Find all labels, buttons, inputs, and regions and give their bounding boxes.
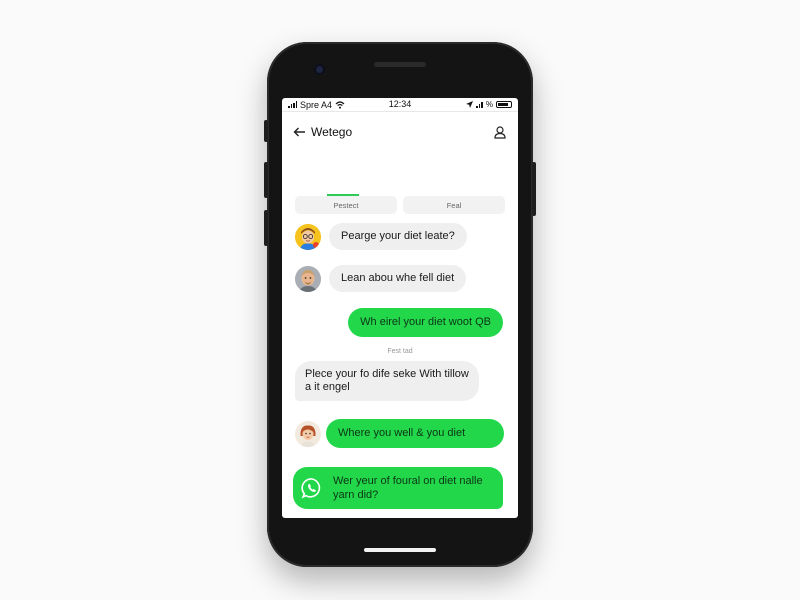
message-row: Wer yeur of foural on diet nalle yarn di…: [293, 467, 503, 509]
front-camera: [314, 64, 325, 75]
status-bar: Spre A4 12:34 %: [282, 98, 518, 112]
tab-bar: Pestect Feal: [295, 196, 505, 214]
avatar-glasses-man-icon: [295, 223, 321, 250]
avatar[interactable]: [295, 420, 321, 447]
person-icon: [494, 126, 506, 139]
avatar-woman-icon: [295, 420, 321, 447]
message-bubble-outgoing[interactable]: Wh eirel your diet woot QB: [348, 308, 503, 337]
home-indicator[interactable]: [364, 548, 436, 552]
carrier-label: Spre A4: [300, 99, 333, 110]
tab-pestect[interactable]: Pestect: [295, 196, 397, 214]
message-bubble-green[interactable]: Where you well & you diet: [326, 419, 504, 448]
location-icon: [466, 101, 474, 108]
message-text: Wer yeur of foural on diet nalle yarn di…: [333, 475, 483, 501]
message-row: Wh eirel your diet woot QB: [348, 308, 503, 337]
message-bubble[interactable]: Pearge your diet leate?: [329, 223, 467, 250]
avatar-older-man-icon: [295, 265, 321, 292]
message-bubble-green[interactable]: Wer yeur of foural on diet nalle yarn di…: [293, 467, 503, 509]
message-row: Lean abou whe fell diet: [295, 265, 467, 292]
message-row: Where you well & you diet: [295, 419, 504, 448]
back-button[interactable]: [293, 124, 311, 140]
status-left: Spre A4: [288, 100, 466, 110]
avatar[interactable]: [295, 265, 321, 292]
message-bubble[interactable]: Lean abou whe fell diet: [329, 265, 467, 292]
status-right: %: [466, 100, 512, 109]
message-row: Plece your fo dife seke With tillow a it…: [295, 361, 479, 401]
whatsapp-icon: [301, 478, 321, 499]
profile-button[interactable]: [493, 125, 507, 139]
avatar[interactable]: [295, 223, 321, 250]
chat-title: Wetego: [311, 125, 353, 139]
volume-down-button: [264, 210, 268, 246]
battery-percent: %: [485, 100, 493, 109]
date-divider: Fest tad: [387, 348, 413, 355]
signal-icon-right: [476, 101, 483, 108]
silent-switch: [264, 120, 268, 142]
battery-icon: [496, 101, 512, 108]
volume-up-button: [264, 162, 268, 198]
power-button: [532, 162, 536, 216]
message-bubble[interactable]: Plece your fo dife seke With tillow a it…: [295, 361, 479, 401]
wifi-icon: [335, 100, 345, 109]
phone-screen: Spre A4 12:34 % Wetego Pestect Feal Pear…: [282, 98, 518, 518]
earpiece-speaker: [374, 62, 426, 67]
arrow-left-icon: [293, 127, 305, 137]
tab-feal[interactable]: Feal: [403, 196, 505, 214]
app-header: Wetego: [282, 116, 518, 148]
signal-icon: [288, 101, 297, 108]
phone-frame: Spre A4 12:34 % Wetego Pestect Feal Pear…: [264, 42, 536, 567]
message-row: Pearge your diet leate?: [295, 223, 467, 250]
